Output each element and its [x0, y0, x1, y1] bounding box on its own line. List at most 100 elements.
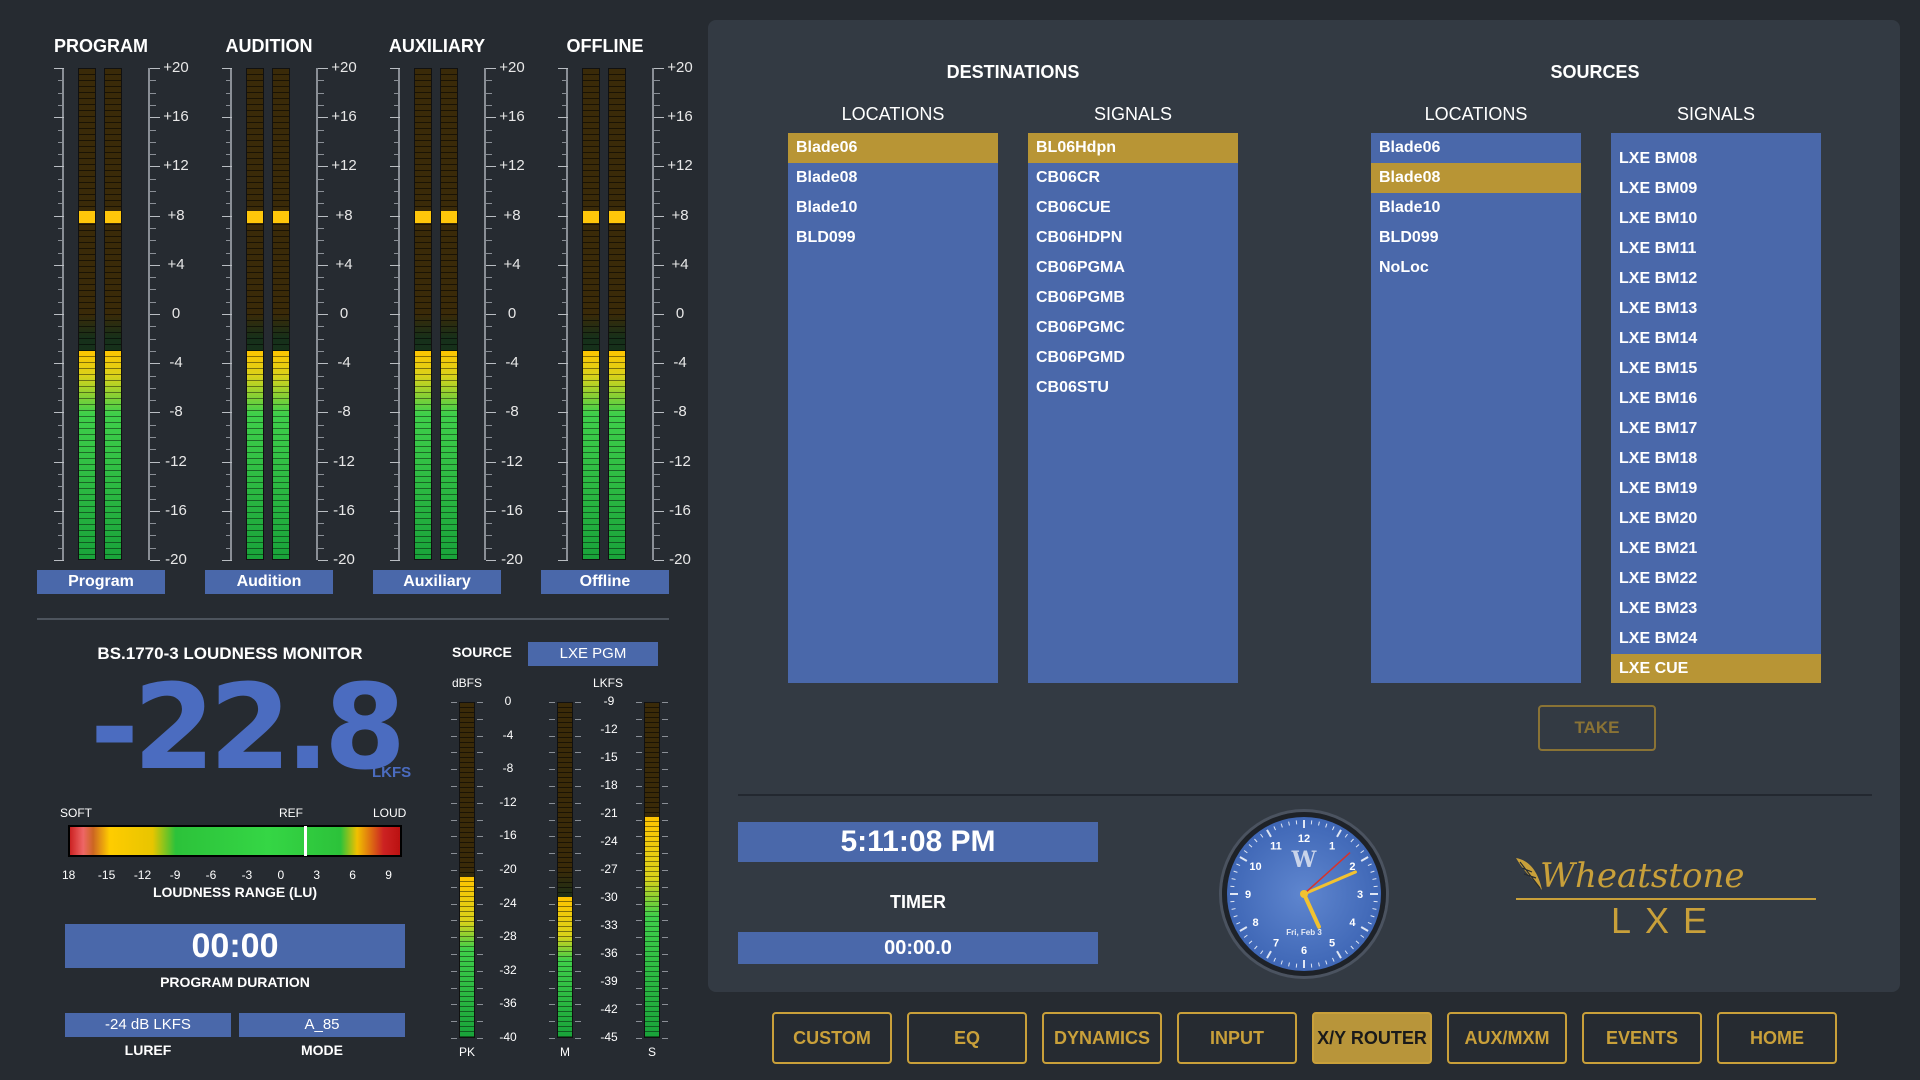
- thin-tick: [549, 1038, 555, 1039]
- sources-header: SOURCES: [1550, 62, 1640, 82]
- meter-tick: [486, 203, 492, 205]
- list-item[interactable]: Blade10: [1371, 193, 1581, 223]
- meter-name-program[interactable]: Program: [37, 570, 165, 594]
- meter-tick: [58, 227, 64, 229]
- list-item[interactable]: LXE BM08: [1611, 144, 1821, 174]
- list-item[interactable]: Blade06: [1371, 133, 1581, 163]
- meter-name-offline[interactable]: Offline: [541, 570, 669, 594]
- dest-signals-list[interactable]: BL06Hdpn CB06CR CB06CUE CB06HDPN CB06PGMA CB0…: [1028, 133, 1238, 683]
- list-item[interactable]: BL06Hdpn: [1028, 133, 1238, 163]
- meter-tick: [318, 498, 324, 500]
- meter-tick: [226, 326, 232, 328]
- list-item[interactable]: LXE BM18: [1611, 444, 1821, 474]
- meter-tick: [654, 301, 660, 303]
- thin-tick: [636, 870, 642, 871]
- list-item[interactable]: LXE BM21: [1611, 534, 1821, 564]
- list-item[interactable]: LXE BM14: [1611, 324, 1821, 354]
- nav-button-events[interactable]: EVENTS: [1582, 1012, 1702, 1064]
- thin-tick: [662, 1021, 668, 1023]
- list-item[interactable]: Blade06: [788, 133, 998, 163]
- thin-tick: [575, 1004, 581, 1006]
- meter-tick: [58, 289, 64, 291]
- nav-button-dynamics[interactable]: DYNAMICS: [1042, 1012, 1162, 1064]
- meter-tick: [486, 240, 492, 242]
- list-item[interactable]: LXE BM20: [1611, 504, 1821, 534]
- meter-tick: [486, 178, 492, 180]
- mode-value[interactable]: A_85: [239, 1013, 405, 1037]
- meter-tick: [318, 400, 324, 402]
- meter-tick: [390, 314, 400, 315]
- list-item[interactable]: LXE BM13: [1611, 294, 1821, 324]
- thin-tick: [477, 853, 483, 855]
- clock-tick: [1367, 863, 1372, 866]
- list-item[interactable]: LXE BM19: [1611, 474, 1821, 504]
- list-item[interactable]: Blade10: [788, 193, 998, 223]
- list-item[interactable]: LXE BM16: [1611, 384, 1821, 414]
- meter-tick: [318, 227, 324, 229]
- list-item[interactable]: CB06HDPN: [1028, 223, 1238, 253]
- list-item[interactable]: Blade08: [1371, 163, 1581, 193]
- luref-value[interactable]: -24 dB LKFS: [65, 1013, 231, 1037]
- list-item[interactable]: BLD099: [1371, 223, 1581, 253]
- dest-locations-list[interactable]: Blade06 Blade08 Blade10 BLD099: [788, 133, 998, 683]
- program-duration-value[interactable]: 00:00: [65, 924, 405, 968]
- nav-button-input[interactable]: INPUT: [1177, 1012, 1297, 1064]
- list-item[interactable]: CB06PGMB: [1028, 283, 1238, 313]
- nav-button-aux-mxm[interactable]: AUX/MXM: [1447, 1012, 1567, 1064]
- list-item[interactable]: CB06PGMD: [1028, 343, 1238, 373]
- list-item[interactable]: Blade08: [788, 163, 998, 193]
- thin-tick: [477, 735, 483, 737]
- meter-tick: [562, 92, 568, 94]
- list-item[interactable]: LXE BM24: [1611, 624, 1821, 654]
- list-item[interactable]: CB06PGMC: [1028, 313, 1238, 343]
- list-item[interactable]: LXE BM17: [1611, 414, 1821, 444]
- clock-tick: [1233, 870, 1238, 873]
- nav-button-x-y-router[interactable]: X/Y ROUTER: [1312, 1012, 1432, 1064]
- meter-tick: [318, 277, 324, 279]
- list-item[interactable]: LXE BM15: [1611, 354, 1821, 384]
- src-locations-list[interactable]: Blade06 Blade08 Blade10 BLD099 NoLoc: [1371, 133, 1581, 683]
- list-item[interactable]: LXE BM07: [1611, 133, 1821, 144]
- timer-value[interactable]: 00:00.0: [738, 932, 1098, 964]
- list-item[interactable]: LXE BM22: [1611, 564, 1821, 594]
- list-item[interactable]: LXE BM11: [1611, 234, 1821, 264]
- nav-button-custom[interactable]: CUSTOM: [772, 1012, 892, 1064]
- meter-tick: [562, 154, 568, 156]
- meter-tick: [58, 129, 64, 131]
- meter-name-auxiliary[interactable]: Auxiliary: [373, 570, 501, 594]
- meter-tick: [222, 215, 232, 217]
- list-item[interactable]: LXE CUE: [1611, 654, 1821, 683]
- meter-tick: [222, 363, 232, 365]
- thin-tick: [662, 886, 668, 888]
- meter-tick: [486, 277, 492, 279]
- take-button[interactable]: TAKE: [1538, 705, 1656, 751]
- nav-button-eq[interactable]: EQ: [907, 1012, 1027, 1064]
- thin-tick: [575, 903, 581, 905]
- list-item[interactable]: LXE BM09: [1611, 174, 1821, 204]
- list-item[interactable]: CB06CR: [1028, 163, 1238, 193]
- meter-tick: [390, 166, 400, 168]
- meter-tick: [54, 363, 64, 365]
- meter-tick: [226, 338, 232, 340]
- list-item[interactable]: BLD099: [788, 223, 998, 253]
- src-signals-list[interactable]: LXE BM07LXE BM08LXE BM09LXE BM10LXE BM11…: [1611, 133, 1821, 683]
- thin-tick: [549, 718, 555, 720]
- meter-tick: [222, 117, 232, 119]
- list-item[interactable]: CB06CUE: [1028, 193, 1238, 223]
- list-item[interactable]: LXE BM12: [1611, 264, 1821, 294]
- list-item[interactable]: CB06PGMA: [1028, 253, 1238, 283]
- loud-label: LOUD: [373, 806, 407, 820]
- meter-tick: [318, 473, 324, 475]
- meter-tick: [150, 252, 156, 254]
- list-item[interactable]: LXE BM10: [1611, 204, 1821, 234]
- meter-name-audition[interactable]: Audition: [205, 570, 333, 594]
- list-item[interactable]: NoLoc: [1371, 253, 1581, 283]
- clock-tick: [1260, 950, 1264, 955]
- list-item[interactable]: LXE BM23: [1611, 594, 1821, 624]
- nav-button-home[interactable]: HOME: [1717, 1012, 1837, 1064]
- meter-scale-label: +16: [163, 108, 189, 126]
- meter-tick: [58, 104, 64, 106]
- loudness-source-value[interactable]: LXE PGM: [528, 642, 658, 666]
- meter-tick: [486, 387, 492, 389]
- list-item[interactable]: CB06STU: [1028, 373, 1238, 403]
